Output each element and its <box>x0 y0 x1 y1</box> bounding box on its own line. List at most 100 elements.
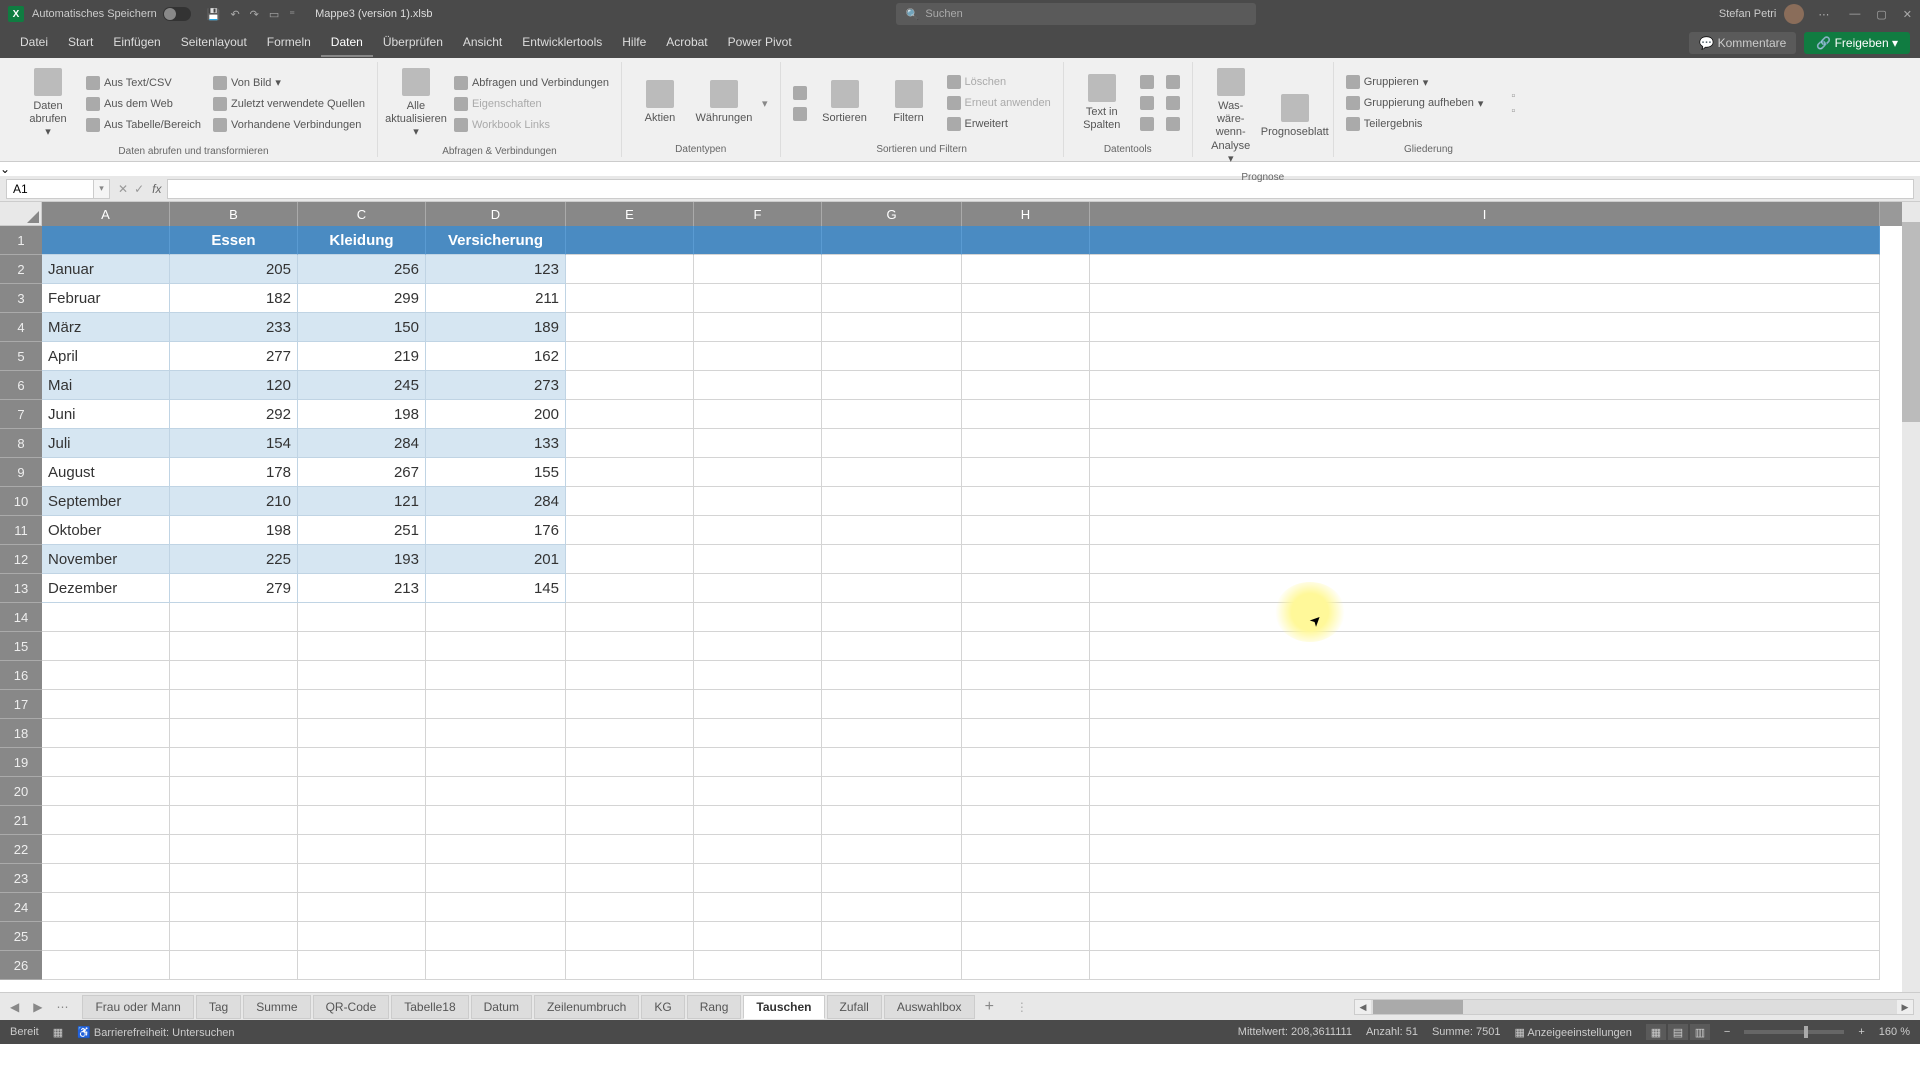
cell[interactable] <box>566 777 694 806</box>
value-cell[interactable]: 198 <box>170 516 298 545</box>
advanced-filter[interactable]: Erweitert <box>943 115 1055 133</box>
cell[interactable] <box>694 429 822 458</box>
cell[interactable] <box>1090 371 1880 400</box>
cell[interactable] <box>822 777 962 806</box>
touch-icon[interactable]: ▭ <box>269 8 279 21</box>
row-header-26[interactable]: 26 <box>0 951 42 980</box>
value-cell[interactable]: 154 <box>170 429 298 458</box>
cell[interactable] <box>1090 342 1880 371</box>
spreadsheet-grid[interactable]: ABCDEFGHI 123456789101112131415161718192… <box>0 202 1920 992</box>
cell[interactable] <box>1090 632 1880 661</box>
cell[interactable] <box>822 255 962 284</box>
cell[interactable] <box>566 748 694 777</box>
cell[interactable] <box>298 603 426 632</box>
stocks-button[interactable]: Aktien <box>630 76 690 129</box>
col-header-E[interactable]: E <box>566 202 694 226</box>
zoom-slider[interactable] <box>1744 1030 1844 1034</box>
recent-sources[interactable]: Zuletzt verwendete Quellen <box>209 95 369 113</box>
value-cell[interactable]: 277 <box>170 342 298 371</box>
cell[interactable] <box>822 400 962 429</box>
get-data-button[interactable]: Daten abrufen ▾ <box>18 64 78 144</box>
cell[interactable] <box>298 951 426 980</box>
cell[interactable] <box>962 545 1090 574</box>
menu-tab-daten[interactable]: Daten <box>321 29 373 57</box>
cell[interactable] <box>170 632 298 661</box>
row-header-12[interactable]: 12 <box>0 545 42 574</box>
cell[interactable] <box>170 893 298 922</box>
name-box[interactable]: A1 <box>6 179 94 199</box>
sheet-tab[interactable]: QR-Code <box>313 995 390 1019</box>
autosave-toggle[interactable]: Automatisches Speichern <box>32 7 191 21</box>
subtotal[interactable]: Teilergebnis <box>1342 115 1488 133</box>
cell[interactable] <box>694 632 822 661</box>
user-account[interactable]: Stefan Petri <box>1719 4 1804 24</box>
cell[interactable] <box>170 864 298 893</box>
fx-icon[interactable]: fx <box>152 182 161 196</box>
cell[interactable] <box>1090 603 1880 632</box>
sheet-tab[interactable]: Summe <box>243 995 310 1019</box>
header-cell[interactable]: Essen <box>170 226 298 255</box>
cell[interactable] <box>42 806 170 835</box>
cell[interactable] <box>170 951 298 980</box>
row-header-1[interactable]: 1 <box>0 226 42 255</box>
cell[interactable] <box>1090 516 1880 545</box>
value-cell[interactable]: 155 <box>426 458 566 487</box>
cell[interactable] <box>566 951 694 980</box>
vertical-scrollbar[interactable] <box>1902 202 1920 992</box>
value-cell[interactable]: 133 <box>426 429 566 458</box>
page-break-icon[interactable]: ▥ <box>1690 1024 1710 1040</box>
zoom-level[interactable]: 160 % <box>1879 1026 1910 1038</box>
cell[interactable] <box>694 545 822 574</box>
row-header-25[interactable]: 25 <box>0 922 42 951</box>
col-header-D[interactable]: D <box>426 202 566 226</box>
cell[interactable] <box>962 516 1090 545</box>
value-cell[interactable]: 267 <box>298 458 426 487</box>
cell[interactable] <box>962 226 1090 255</box>
value-cell[interactable]: 256 <box>298 255 426 284</box>
cell[interactable] <box>298 690 426 719</box>
row-header-11[interactable]: 11 <box>0 516 42 545</box>
value-cell[interactable]: 121 <box>298 487 426 516</box>
cell[interactable] <box>1090 226 1880 255</box>
comments-button[interactable]: 💬 Kommentare <box>1689 32 1796 54</box>
cell[interactable] <box>962 487 1090 516</box>
consolidate[interactable] <box>1162 73 1184 91</box>
sheet-tab[interactable]: Tabelle18 <box>391 995 468 1019</box>
close-icon[interactable]: ✕ <box>1903 8 1912 21</box>
row-header-20[interactable]: 20 <box>0 777 42 806</box>
value-cell[interactable]: 251 <box>298 516 426 545</box>
cell[interactable] <box>822 342 962 371</box>
cell[interactable] <box>426 632 566 661</box>
cell[interactable] <box>42 632 170 661</box>
value-cell[interactable]: 201 <box>426 545 566 574</box>
row-header-8[interactable]: 8 <box>0 429 42 458</box>
value-cell[interactable]: 245 <box>298 371 426 400</box>
row-header-7[interactable]: 7 <box>0 400 42 429</box>
cell[interactable] <box>42 748 170 777</box>
currencies-button[interactable]: Währungen <box>694 76 754 129</box>
relationships[interactable] <box>1162 94 1184 112</box>
cell[interactable] <box>42 690 170 719</box>
cell[interactable] <box>42 777 170 806</box>
cell[interactable] <box>566 545 694 574</box>
sheet-tab[interactable]: KG <box>641 995 684 1019</box>
cell[interactable] <box>694 313 822 342</box>
cell[interactable] <box>822 806 962 835</box>
month-cell[interactable]: September <box>42 487 170 516</box>
col-header-A[interactable]: A <box>42 202 170 226</box>
tab-nav-first[interactable]: ◀ <box>6 998 23 1016</box>
cell[interactable] <box>962 777 1090 806</box>
value-cell[interactable]: 225 <box>170 545 298 574</box>
from-table[interactable]: Aus Tabelle/Bereich <box>82 116 205 134</box>
cell[interactable] <box>694 371 822 400</box>
scroll-thumb[interactable] <box>1373 1000 1463 1014</box>
value-cell[interactable]: 279 <box>170 574 298 603</box>
cell[interactable] <box>694 951 822 980</box>
cell[interactable] <box>962 574 1090 603</box>
month-cell[interactable]: Mai <box>42 371 170 400</box>
cell[interactable] <box>1090 487 1880 516</box>
tab-nav-next[interactable]: ▶ <box>29 998 46 1016</box>
menu-tab-seitenlayout[interactable]: Seitenlayout <box>171 29 257 57</box>
month-cell[interactable]: Oktober <box>42 516 170 545</box>
col-header-C[interactable]: C <box>298 202 426 226</box>
